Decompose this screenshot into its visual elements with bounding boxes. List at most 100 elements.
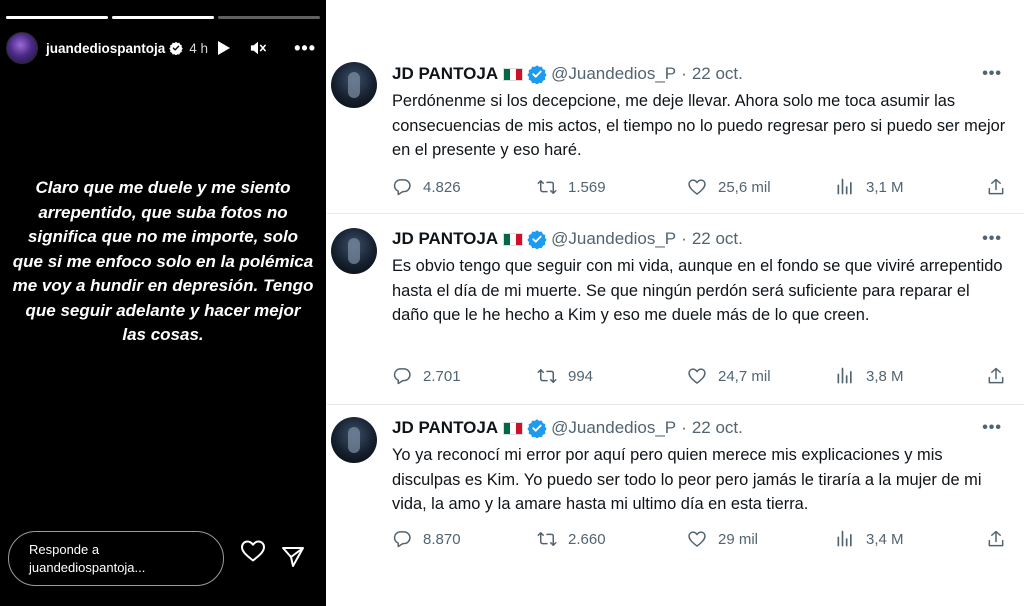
like-count: 25,6 mil	[718, 178, 771, 196]
tweet-separator: ·	[681, 64, 687, 83]
share-button[interactable]	[986, 177, 1006, 197]
tweet-actions: 2.701 994 24,7 mil 3,8 M	[392, 366, 1006, 386]
heart-icon	[688, 368, 706, 384]
retweet-icon	[537, 532, 557, 546]
tweet[interactable]: JD PANTOJA @Juandedios_P · 22 oct. ••• E…	[327, 214, 1024, 405]
views-icon	[837, 178, 852, 195]
tweet-date[interactable]: 22 oct.	[692, 229, 743, 249]
tweet-text: Perdónenme si los decepcione, me deje ll…	[392, 92, 1006, 160]
tweet-author-name[interactable]: JD PANTOJA	[392, 418, 498, 438]
reply-placeholder-line2: juandediospantoja...	[29, 560, 146, 575]
retweet-button[interactable]: 2.660	[537, 529, 606, 549]
story-progress-bar	[6, 16, 320, 19]
tweet-handle[interactable]: @Juandedios_P	[551, 229, 676, 249]
reply-icon	[393, 368, 411, 385]
reply-count: 4.826	[423, 178, 461, 196]
story-progress-fill	[112, 16, 214, 19]
tweets-panel: JD PANTOJA @Juandedios_P · 22 oct. ••• P…	[327, 49, 1024, 563]
story-progress-segment	[112, 16, 214, 19]
share-icon	[988, 367, 1004, 384]
tweet-handle[interactable]: @Juandedios_P	[551, 64, 676, 84]
retweet-icon	[537, 369, 557, 383]
story-progress-segment	[218, 16, 320, 19]
tweet-header: JD PANTOJA @Juandedios_P · 22 oct.	[392, 228, 743, 250]
retweet-button[interactable]: 1.569	[537, 177, 606, 197]
views-button[interactable]: 3,8 M	[835, 366, 904, 386]
tweet-avatar[interactable]	[331, 228, 377, 274]
like-count: 29 mil	[718, 530, 759, 548]
mute-icon[interactable]	[250, 40, 266, 56]
tweet-author-name[interactable]: JD PANTOJA	[392, 64, 498, 84]
views-icon	[837, 367, 852, 384]
reply-count: 8.870	[423, 530, 461, 548]
views-button[interactable]: 3,4 M	[835, 529, 904, 549]
tweet-author-name[interactable]: JD PANTOJA	[392, 229, 498, 249]
tweet-separator: ·	[681, 229, 687, 248]
tweet[interactable]: JD PANTOJA @Juandedios_P · 22 oct. ••• P…	[327, 49, 1024, 214]
story-avatar[interactable]	[6, 32, 38, 64]
reply-button[interactable]: 2.701	[392, 366, 461, 386]
like-button[interactable]: 29 mil	[687, 529, 758, 549]
heart-icon	[688, 531, 706, 547]
tweet-actions: 4.826 1.569 25,6 mil 3,1 M	[392, 177, 1006, 197]
views-count: 3,8 M	[866, 367, 904, 385]
story-progress-segment	[6, 16, 108, 19]
tweet-text: Es obvio tengo que seguir con mi vida, a…	[392, 257, 1003, 325]
like-count: 24,7 mil	[718, 367, 771, 385]
story-caption: Claro que me duele y me siento arrepenti…	[12, 178, 314, 344]
verified-badge-icon	[169, 41, 184, 55]
tweet-avatar[interactable]	[331, 62, 377, 108]
like-button[interactable]: 25,6 mil	[687, 177, 771, 197]
retweet-icon	[537, 180, 557, 194]
views-count: 3,1 M	[866, 178, 904, 196]
mexico-flag-icon	[503, 232, 524, 246]
tweet-separator: ·	[681, 418, 687, 437]
reply-button[interactable]: 4.826	[392, 177, 461, 197]
retweet-count: 2.660	[568, 530, 606, 548]
send-icon[interactable]	[281, 545, 305, 569]
reply-placeholder-line1: Responde a	[29, 542, 100, 557]
verified-badge-icon	[527, 65, 547, 84]
story-progress-fill	[6, 16, 108, 19]
play-icon[interactable]	[216, 40, 232, 56]
retweet-count: 1.569	[568, 178, 606, 196]
more-options-icon[interactable]: •••	[982, 419, 1002, 437]
views-button[interactable]: 3,1 M	[835, 177, 904, 197]
reply-count: 2.701	[423, 367, 461, 385]
story-reply-input[interactable]: Responde a juandediospantoja...	[8, 531, 224, 586]
reply-button[interactable]: 8.870	[392, 529, 461, 549]
share-button[interactable]	[986, 366, 1006, 386]
mexico-flag-icon	[503, 421, 524, 435]
reply-icon	[393, 531, 411, 548]
tweet-header: JD PANTOJA @Juandedios_P · 22 oct.	[392, 63, 743, 85]
share-icon	[988, 530, 1004, 547]
story-time: 4 h	[189, 40, 209, 56]
story-header: juandediospantoja 4 h •••	[6, 32, 316, 64]
share-button[interactable]	[986, 529, 1006, 549]
tweet-actions: 8.870 2.660 29 mil 3,4 M	[392, 529, 1006, 549]
verified-badge-icon	[527, 419, 547, 438]
views-icon	[837, 530, 852, 547]
tweet-handle[interactable]: @Juandedios_P	[551, 418, 676, 438]
retweet-button[interactable]: 994	[537, 366, 593, 386]
tweet[interactable]: JD PANTOJA @Juandedios_P · 22 oct. ••• Y…	[327, 405, 1024, 563]
tweet-text: Yo ya reconocí mi error por aquí pero qu…	[392, 446, 982, 514]
heart-icon	[688, 179, 706, 195]
mexico-flag-icon	[503, 67, 524, 81]
tweet-date[interactable]: 22 oct.	[692, 64, 743, 84]
retweet-count: 994	[568, 367, 594, 385]
heart-icon[interactable]	[240, 539, 266, 563]
views-count: 3,4 M	[866, 530, 904, 548]
verified-badge-icon	[527, 230, 547, 249]
share-icon	[988, 178, 1004, 195]
more-options-icon[interactable]: •••	[982, 65, 1002, 83]
tweet-date[interactable]: 22 oct.	[692, 418, 743, 438]
like-button[interactable]: 24,7 mil	[687, 366, 771, 386]
tweet-header: JD PANTOJA @Juandedios_P · 22 oct.	[392, 417, 743, 439]
tweet-avatar[interactable]	[331, 417, 377, 463]
reply-icon	[393, 179, 411, 196]
more-options-icon[interactable]: •••	[294, 38, 316, 59]
instagram-story: juandediospantoja 4 h ••• Claro que me d…	[0, 0, 326, 606]
story-username[interactable]: juandediospantoja	[46, 41, 165, 56]
more-options-icon[interactable]: •••	[982, 230, 1002, 248]
